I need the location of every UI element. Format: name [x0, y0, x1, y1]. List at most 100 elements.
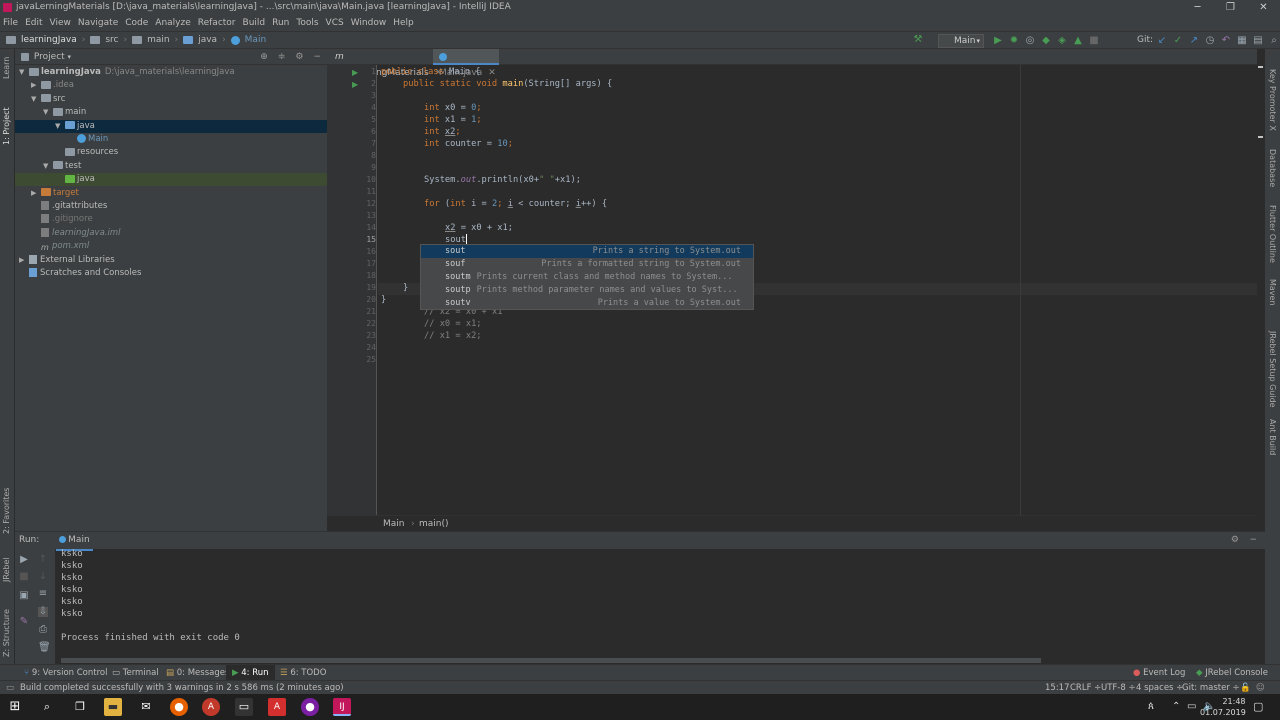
search-icon[interactable]: ⌕	[38, 698, 56, 716]
windows-start-icon[interactable]: ⊞	[6, 698, 24, 716]
clock-date[interactable]: 01.07.2019	[1200, 706, 1246, 719]
terminal-icon[interactable]: ▭	[235, 698, 253, 716]
hide-icon[interactable]: −	[313, 49, 321, 65]
inspector-icon[interactable]: ☺	[1256, 681, 1265, 695]
chevron-up-icon[interactable]: ⌃	[1172, 700, 1180, 713]
editor-scrollbar[interactable]	[1257, 66, 1265, 531]
tree-item[interactable]: ▶ External Libraries	[15, 254, 327, 267]
caret-position[interactable]: 15:17	[1045, 681, 1070, 695]
stripe-key-promoter[interactable]: Key Promoter X	[1268, 69, 1277, 131]
chevron-down-icon[interactable]: ▼	[31, 93, 41, 106]
scroll-end-icon[interactable]: ⇩	[38, 607, 48, 617]
chevron-down-icon[interactable]: ▼	[19, 66, 29, 79]
project-structure-icon[interactable]: ▦	[1237, 36, 1247, 46]
code-line[interactable]: for (int i = 2; i < counter; i++) {	[424, 198, 607, 210]
chevron-down-icon[interactable]: ▼	[43, 106, 53, 119]
sdk-icon[interactable]: ▤	[1253, 36, 1263, 46]
menu-edit[interactable]: Edit	[25, 18, 42, 28]
tab-version-control[interactable]: ⑂ 9: Version Control	[24, 665, 107, 681]
notification-icon[interactable]: ▢	[1253, 700, 1263, 713]
project-title[interactable]: Project	[34, 52, 65, 62]
run-config-select[interactable]: Main ▾	[938, 34, 984, 48]
tree-item[interactable]: Main	[15, 133, 327, 146]
crumb-main-class[interactable]: Main	[245, 35, 267, 45]
code-crumb-method[interactable]: main()	[419, 516, 449, 532]
code-line[interactable]: // x1 = x2;	[424, 330, 482, 342]
tree-item[interactable]: ▼ src	[15, 93, 327, 106]
close-button[interactable]: ✕	[1247, 0, 1280, 15]
git-revert-icon[interactable]: ↶	[1221, 36, 1231, 46]
chevron-down-icon[interactable]: ▼	[43, 160, 53, 173]
menu-window[interactable]: Window	[351, 18, 387, 28]
trash-icon[interactable]: 🗑	[38, 643, 51, 653]
tab-messages[interactable]: ▤ 0: Messages	[166, 665, 229, 681]
crumb-project[interactable]: learningJava	[21, 35, 77, 45]
mail-icon[interactable]: ✉	[137, 698, 155, 716]
stripe-flutter-outline[interactable]: Flutter Outline	[1268, 205, 1277, 263]
lock-icon[interactable]: 🔓	[1240, 681, 1251, 695]
tree-item[interactable]: java	[15, 173, 327, 187]
print-icon[interactable]: ⎙	[38, 625, 48, 635]
code-crumb-class[interactable]: Main	[383, 516, 405, 532]
firefox-icon[interactable]: ●	[170, 698, 188, 716]
menu-navigate[interactable]: Navigate	[78, 18, 118, 28]
indent-setting[interactable]: 4 spaces ÷	[1136, 681, 1183, 695]
app-purple-icon[interactable]: ●	[301, 698, 319, 716]
git-history-icon[interactable]: ◷	[1205, 36, 1215, 46]
tab-javalerningmaterials[interactable]: m javaLerningMaterials✕	[329, 49, 442, 78]
completion-item[interactable]: soutp Prints method parameter names and v…	[421, 284, 753, 297]
tree-item[interactable]: Scratches and Consoles	[15, 267, 327, 280]
chevron-right-icon[interactable]: ▶	[31, 187, 41, 200]
tab-main-java[interactable]: Main.java ✕	[433, 49, 499, 78]
tree-item[interactable]: m pom.xml	[15, 240, 327, 253]
soft-wrap-icon[interactable]: ≡	[38, 589, 48, 599]
pin-icon[interactable]: ✎	[19, 617, 29, 627]
stripe-structure[interactable]: Z: Structure	[2, 609, 11, 657]
completion-item[interactable]: soutm Prints current class and method nam…	[421, 271, 753, 284]
menu-build[interactable]: Build	[243, 18, 266, 28]
stop-icon[interactable]: ■	[19, 572, 29, 582]
crumb-main[interactable]: main	[147, 35, 170, 45]
git-fetch-icon[interactable]: ↙	[1157, 36, 1167, 46]
tree-item[interactable]: learningJava.iml	[15, 227, 327, 240]
crumb-src[interactable]: src	[105, 35, 118, 45]
network-icon[interactable]: ▭	[1187, 700, 1196, 713]
code-line[interactable]: x2 = x0 + x1;	[445, 222, 513, 234]
menu-refactor[interactable]: Refactor	[198, 18, 236, 28]
update-icon[interactable]: ▲	[1073, 36, 1083, 46]
code-line[interactable]: int counter = 10;	[424, 138, 513, 150]
tree-item[interactable]: ▼ learningJava D:\java_materials\learningJ…	[15, 66, 327, 79]
git-push-icon[interactable]: ↗	[1189, 36, 1199, 46]
tree-item[interactable]: ▶ target	[15, 187, 327, 200]
rerun-icon[interactable]: ▶	[19, 555, 29, 565]
gear-icon[interactable]: ⚙	[1231, 532, 1239, 549]
tab-run[interactable]: ▶ 4: Run	[226, 665, 275, 681]
stripe-learn[interactable]: Learn	[2, 57, 11, 79]
stop-icon[interactable]: ■	[1089, 36, 1099, 46]
up-icon[interactable]: ↑	[38, 555, 48, 565]
down-icon[interactable]: ↓	[38, 572, 48, 582]
line-separator[interactable]: CRLF ÷	[1070, 681, 1101, 695]
event-log-button[interactable]: ● Event Log	[1133, 665, 1185, 681]
tab-terminal[interactable]: ▭ Terminal	[112, 665, 159, 681]
horizontal-scrollbar[interactable]	[61, 658, 1041, 663]
jrebel-console-button[interactable]: ◆ JRebel Console	[1196, 665, 1268, 681]
stripe-project[interactable]: 1: Project	[2, 107, 11, 145]
tree-item[interactable]: ▼ java	[15, 119, 327, 133]
menu-code[interactable]: Code	[125, 18, 148, 28]
tree-item[interactable]: ▶ .idea	[15, 79, 327, 92]
code-line[interactable]: public static void main(String[] args) {	[403, 78, 612, 90]
jrebel-run-icon[interactable]: ◆	[1041, 36, 1051, 46]
build-hammer-icon[interactable]: ⚒	[913, 35, 923, 45]
intellij-icon[interactable]: IJ	[333, 698, 351, 716]
jrebel-debug-icon[interactable]: ◈	[1057, 36, 1067, 46]
people-icon[interactable]: ጰ	[1148, 700, 1154, 713]
app-icon[interactable]: A	[202, 698, 220, 716]
code-line[interactable]: int x1 = 1;	[424, 114, 482, 126]
coverage-icon[interactable]: ◎	[1025, 36, 1035, 46]
stripe-maven[interactable]: Maven	[1268, 279, 1277, 306]
stripe-favorites[interactable]: 2: Favorites	[2, 488, 11, 534]
acrobat-icon[interactable]: A	[268, 698, 286, 716]
gear-icon[interactable]: ⚙	[295, 49, 303, 65]
tree-item[interactable]: ▼ test	[15, 160, 327, 173]
